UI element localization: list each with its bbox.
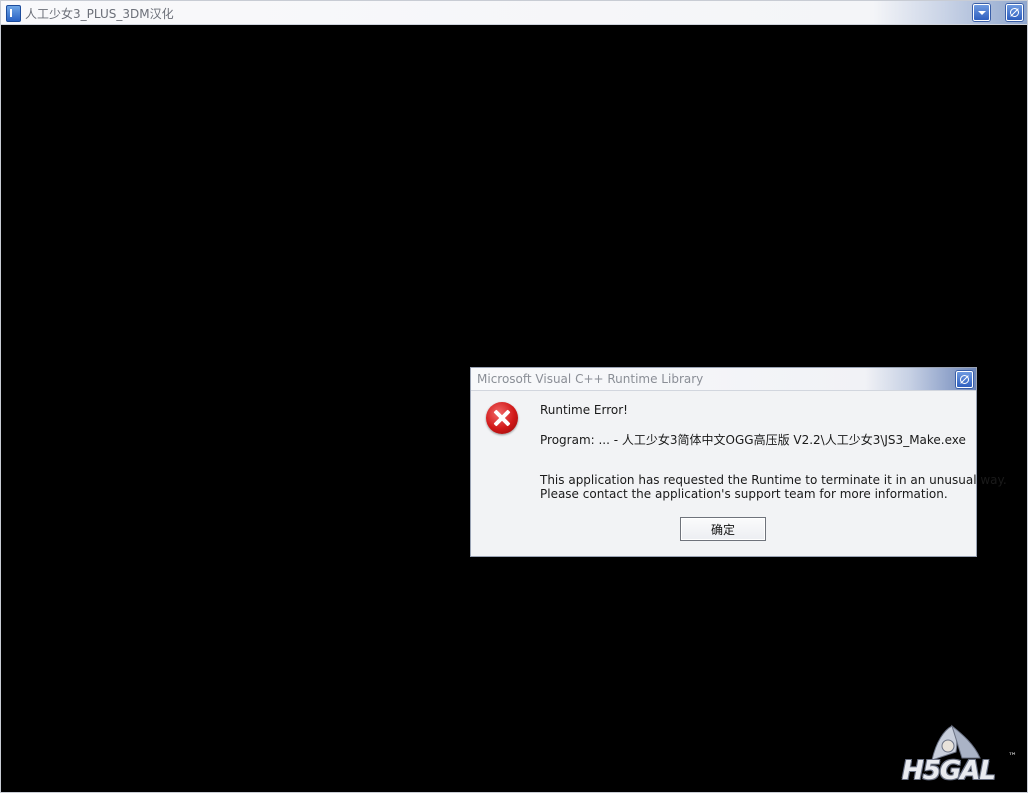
dialog-close-button[interactable] [956,371,973,388]
error-icon [486,402,518,434]
ok-button[interactable]: 确定 [680,517,766,541]
error-message-line1: This application has requested the Runti… [540,473,1007,487]
dialog-titlebar[interactable]: Microsoft Visual C++ Runtime Library [471,368,976,391]
runtime-error-dialog: Microsoft Visual C++ Runtime Library Run… [470,367,1007,557]
window-titlebar[interactable]: 人工少女3_PLUS_3DM汉化 [1,1,1027,25]
error-heading: Runtime Error! [540,403,628,417]
close-button[interactable] [1006,4,1023,21]
watermark-text: H5GAL [902,756,996,786]
program-path: Program: ... - 人工少女3简体中文OGG高压版 V2.2\人工少女… [540,433,966,447]
app-icon[interactable] [6,5,21,22]
window-title: 人工少女3_PLUS_3DM汉化 [25,7,174,21]
dialog-title: Microsoft Visual C++ Runtime Library [477,372,704,386]
h5gal-watermark-logo: H5GAL ™ [900,722,1026,788]
minimize-button[interactable] [973,4,990,21]
watermark-trademark: ™ [1008,752,1017,762]
error-message-line2: Please contact the application's support… [540,487,948,501]
